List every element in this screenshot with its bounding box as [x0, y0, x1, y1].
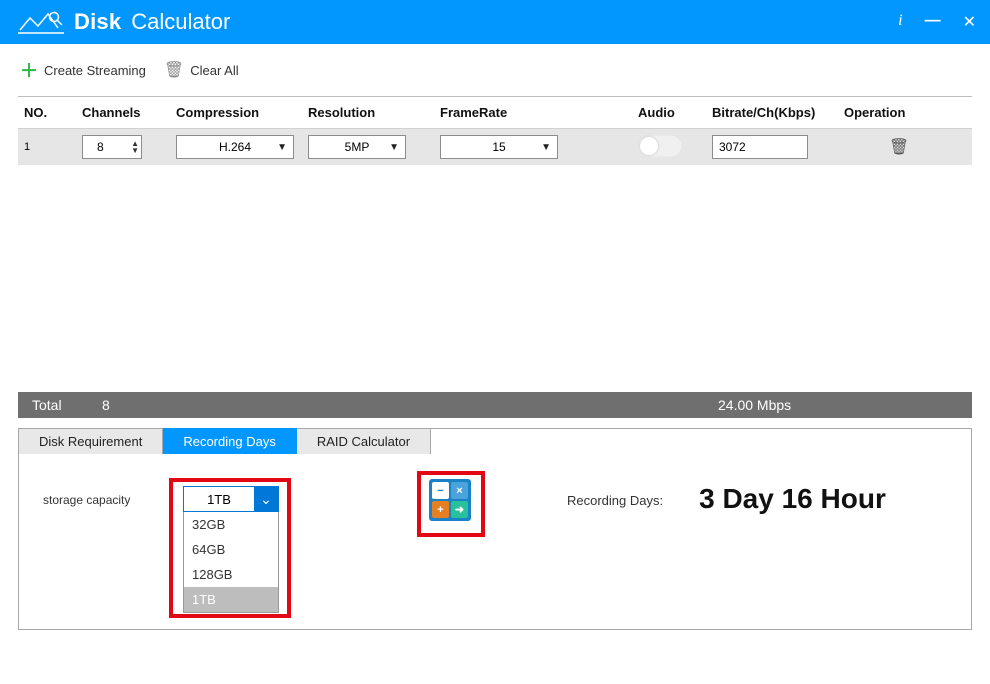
caret-down-icon: ▼: [389, 142, 399, 153]
total-bitrate: 24.00 Mbps: [718, 397, 958, 413]
capacity-option[interactable]: 1TB: [184, 587, 278, 612]
capacity-dropdown[interactable]: 1TB ⌄: [183, 486, 279, 512]
calc-times-icon: ×: [451, 482, 468, 499]
spin-down-icon[interactable]: ▼: [131, 147, 139, 154]
header-compression: Compression: [176, 105, 308, 120]
header-no: NO.: [18, 105, 82, 120]
compression-dropdown[interactable]: H.264 ▼: [176, 135, 294, 159]
capacity-option[interactable]: 128GB: [184, 562, 278, 587]
tab-disk-requirement[interactable]: Disk Requirement: [18, 428, 163, 454]
chevron-down-icon: ⌄: [254, 487, 278, 511]
calculate-button[interactable]: − × + ➜: [429, 479, 471, 521]
delete-row-button[interactable]: 🗑: [844, 137, 954, 157]
create-streaming-label: Create Streaming: [44, 63, 146, 78]
tab-recording-days[interactable]: Recording Days: [163, 428, 297, 454]
tabs-area: Disk Requirement Recording Days RAID Cal…: [18, 428, 972, 630]
header-channels: Channels: [82, 105, 176, 120]
minimize-button[interactable]: —: [925, 12, 941, 32]
caret-down-icon: ▼: [277, 142, 287, 153]
app-title-light: Calculator: [131, 9, 230, 35]
total-label: Total: [32, 397, 102, 413]
channels-spinner[interactable]: 8 ▲▼: [82, 135, 142, 159]
storage-capacity-label: storage capacity: [43, 493, 183, 507]
recording-days-label: Recording Days:: [567, 493, 663, 508]
create-streaming-button[interactable]: ＋ Create Streaming: [20, 57, 146, 83]
calc-arrow-icon: ➜: [451, 501, 468, 518]
header-bitrate: Bitrate/Ch(Kbps): [712, 105, 844, 120]
calc-plus-icon: +: [432, 501, 449, 518]
framerate-value: 15: [492, 140, 505, 154]
close-button[interactable]: ✕: [963, 12, 976, 32]
bitrate-input[interactable]: 3072: [712, 135, 808, 159]
header-framerate: FrameRate: [440, 105, 638, 120]
toolbar: ＋ Create Streaming 🗑 Clear All: [0, 44, 990, 96]
total-channels: 8: [102, 397, 718, 413]
audio-toggle[interactable]: [638, 135, 682, 157]
compression-value: H.264: [219, 140, 251, 154]
channels-value: 8: [97, 140, 104, 154]
capacity-value: 1TB: [184, 492, 254, 507]
framerate-dropdown[interactable]: 15 ▼: [440, 135, 558, 159]
resolution-dropdown[interactable]: 5MP ▼: [308, 135, 406, 159]
capacity-option[interactable]: 64GB: [184, 537, 278, 562]
bitrate-value: 3072: [719, 140, 746, 154]
tab-raid-calculator[interactable]: RAID Calculator: [297, 428, 431, 454]
recording-days-value: 3 Day 16 Hour: [699, 483, 886, 515]
calc-minus-icon: −: [432, 482, 449, 499]
trash-icon: 🗑: [164, 60, 184, 80]
app-title-bold: Disk: [74, 9, 121, 35]
plus-icon: ＋: [20, 57, 38, 83]
table-row: 1 8 ▲▼ H.264 ▼ 5MP ▼ 15 ▼: [18, 129, 972, 165]
app-logo-icon: [18, 10, 64, 34]
title-bar: Disk Calculator i — ✕: [0, 0, 990, 44]
header-operation: Operation: [844, 105, 954, 120]
caret-down-icon: ▼: [541, 142, 551, 153]
total-bar: Total 8 24.00 Mbps: [18, 392, 972, 418]
header-audio: Audio: [638, 105, 712, 120]
capacity-options-list: 32GB 64GB 128GB 1TB: [183, 512, 279, 613]
clear-all-label: Clear All: [190, 63, 238, 78]
recording-days-panel: storage capacity 1TB ⌄ 32GB 64GB 128GB 1…: [19, 455, 971, 629]
resolution-value: 5MP: [345, 140, 370, 154]
capacity-option[interactable]: 32GB: [184, 512, 278, 537]
streams-table: NO. Channels Compression Resolution Fram…: [18, 96, 972, 392]
header-resolution: Resolution: [308, 105, 440, 120]
info-button[interactable]: i: [898, 12, 902, 32]
clear-all-button[interactable]: 🗑 Clear All: [164, 60, 239, 80]
cell-no: 1: [18, 141, 82, 153]
